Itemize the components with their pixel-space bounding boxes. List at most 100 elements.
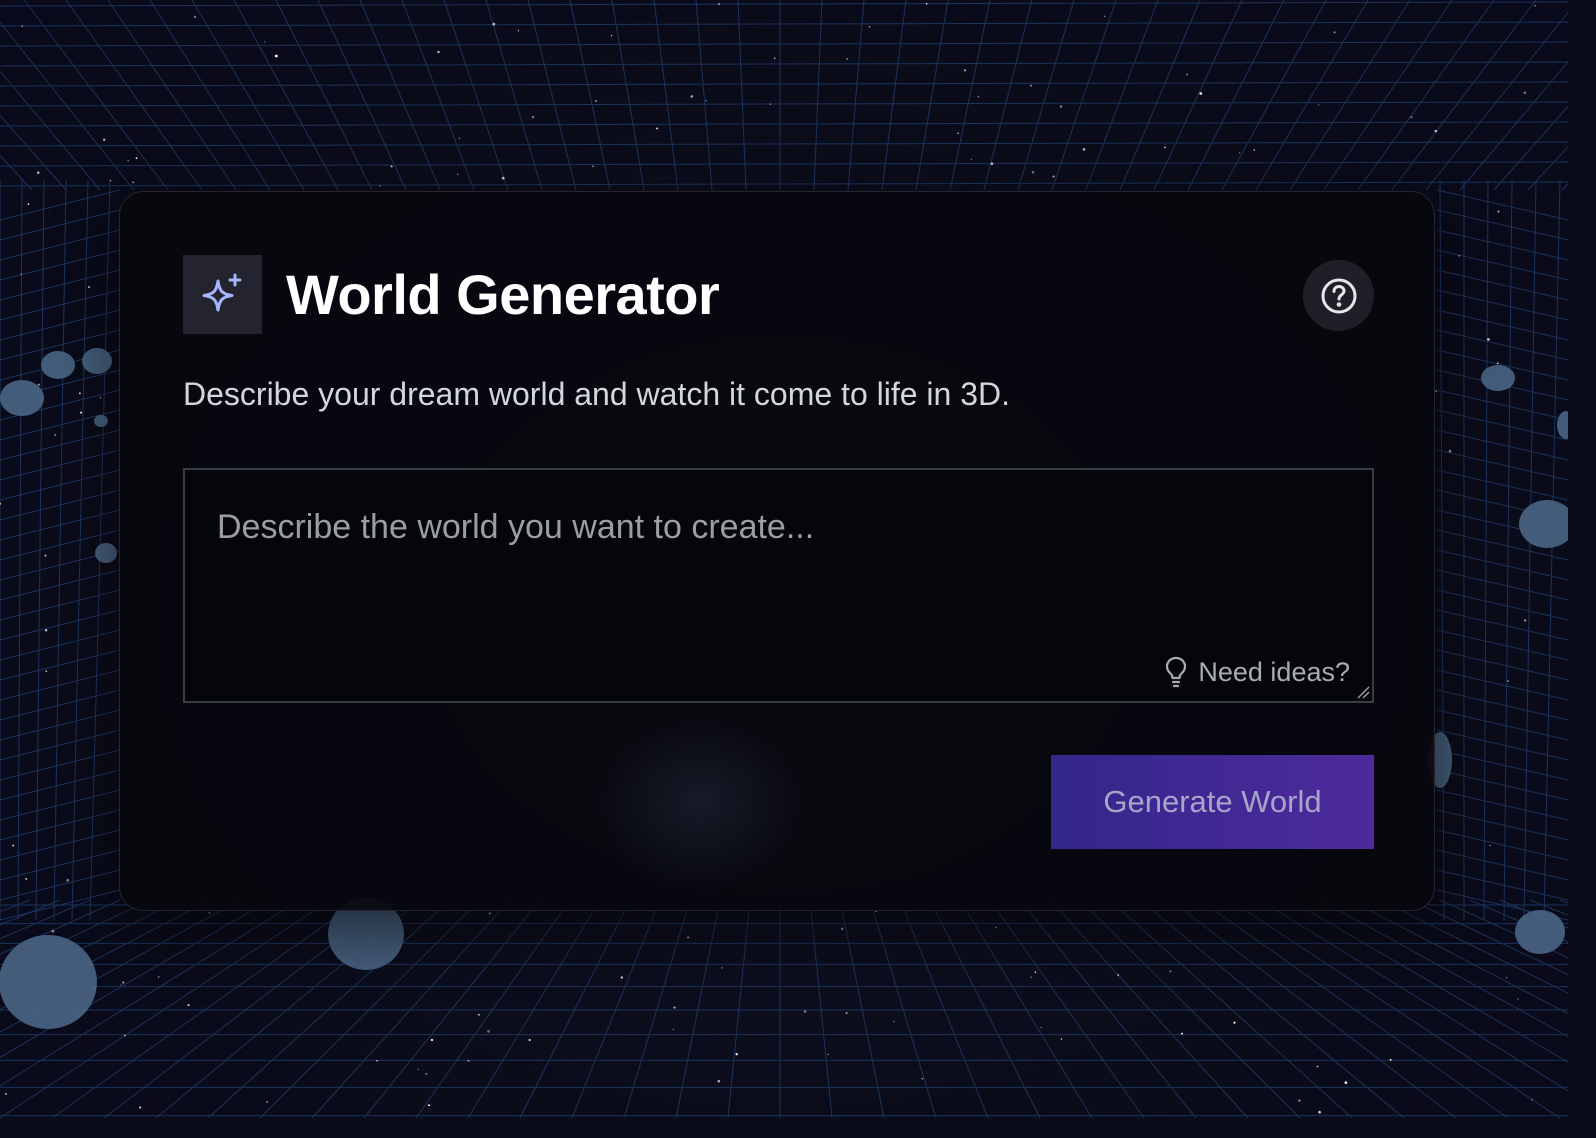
resize-handle-icon[interactable] bbox=[1356, 685, 1370, 699]
grid-line bbox=[0, 769, 121, 801]
grid-line bbox=[983, 0, 1033, 191]
grid-line bbox=[1139, 899, 1405, 1118]
grid-line bbox=[1436, 629, 1568, 661]
grid-line bbox=[1436, 789, 1568, 821]
star bbox=[25, 877, 28, 880]
grid-line bbox=[0, 749, 121, 781]
star bbox=[1298, 1099, 1301, 1102]
star bbox=[717, 3, 721, 6]
star bbox=[132, 181, 135, 184]
grid-line bbox=[881, 0, 907, 191]
grid-line bbox=[1187, 0, 1285, 191]
grid-line bbox=[1436, 229, 1568, 261]
star bbox=[517, 30, 520, 32]
star bbox=[80, 411, 83, 414]
grid-line bbox=[1221, 0, 1327, 191]
grid-line bbox=[1229, 899, 1561, 1118]
star bbox=[1029, 84, 1032, 87]
grid-line bbox=[727, 899, 751, 1118]
grid-line bbox=[0, 289, 121, 321]
star bbox=[705, 100, 707, 102]
star bbox=[428, 1104, 430, 1107]
help-button[interactable] bbox=[1303, 260, 1374, 331]
grid-line bbox=[0, 41, 1568, 47]
star bbox=[208, 911, 211, 915]
star bbox=[672, 1028, 675, 1031]
grid-line bbox=[1436, 249, 1568, 281]
star bbox=[20, 273, 22, 275]
grid-line bbox=[949, 0, 991, 191]
star bbox=[1458, 254, 1460, 257]
star bbox=[487, 1030, 490, 1033]
star bbox=[1181, 1032, 1184, 1035]
orb bbox=[1515, 910, 1565, 954]
grid-line bbox=[0, 609, 121, 641]
grid-line bbox=[519, 899, 631, 1118]
orb bbox=[95, 543, 117, 563]
orb bbox=[1557, 411, 1568, 439]
grid-line bbox=[1289, 0, 1411, 191]
grid-line bbox=[1119, 0, 1201, 191]
grid-line bbox=[0, 81, 1568, 87]
star bbox=[266, 1100, 269, 1103]
grid-line bbox=[839, 899, 885, 1118]
star bbox=[37, 171, 40, 174]
star bbox=[1164, 146, 1166, 149]
grid-line bbox=[1436, 469, 1568, 501]
grid-line bbox=[1436, 289, 1568, 321]
star bbox=[417, 1068, 419, 1070]
star bbox=[1233, 1021, 1236, 1024]
star bbox=[274, 54, 278, 58]
grid-line bbox=[675, 899, 721, 1118]
grid-line bbox=[1079, 899, 1301, 1118]
need-ideas-label: Need ideas? bbox=[1198, 656, 1350, 687]
star bbox=[1507, 680, 1509, 682]
grid-line bbox=[1436, 649, 1568, 681]
star bbox=[1104, 15, 1106, 17]
grid-line bbox=[0, 121, 1568, 127]
grid-line bbox=[149, 0, 271, 191]
grid-line bbox=[23, 0, 169, 191]
grid-line bbox=[0, 249, 121, 281]
star bbox=[12, 844, 15, 847]
star bbox=[1410, 116, 1413, 119]
grid-line bbox=[1436, 449, 1568, 481]
grid-line bbox=[0, 209, 121, 241]
star bbox=[840, 927, 844, 931]
grid-line bbox=[809, 899, 833, 1118]
star bbox=[103, 138, 106, 141]
orb bbox=[1519, 500, 1568, 548]
star bbox=[1060, 1038, 1063, 1040]
star bbox=[921, 1077, 924, 1080]
grid-line bbox=[1527, 146, 1568, 191]
star bbox=[595, 100, 598, 103]
grid-line bbox=[0, 229, 121, 261]
star bbox=[44, 629, 48, 632]
grid-line bbox=[1561, 183, 1568, 191]
star bbox=[376, 1059, 378, 1062]
star bbox=[139, 1106, 142, 1109]
star bbox=[1448, 449, 1452, 453]
star bbox=[1389, 1058, 1392, 1061]
grid-line bbox=[0, 161, 1568, 167]
grid-line bbox=[0, 689, 121, 721]
star bbox=[4, 1092, 7, 1095]
generate-world-button[interactable]: Generate World bbox=[1051, 755, 1374, 849]
star bbox=[157, 976, 160, 978]
star bbox=[1344, 1081, 1348, 1084]
generator-card: World Generator Describe your dream worl… bbox=[119, 191, 1435, 911]
star bbox=[1199, 92, 1203, 95]
grid-line bbox=[0, 669, 121, 701]
star bbox=[1238, 152, 1241, 154]
star bbox=[1489, 844, 1491, 847]
star bbox=[21, 25, 23, 27]
grid-line bbox=[1493, 105, 1568, 191]
grid-line bbox=[959, 899, 1093, 1118]
need-ideas-link[interactable]: Need ideas? bbox=[1164, 655, 1350, 689]
orb bbox=[1481, 365, 1515, 391]
grid-line bbox=[65, 0, 203, 191]
star bbox=[193, 15, 197, 19]
grid-line bbox=[929, 899, 1041, 1118]
grid-line bbox=[737, 0, 747, 191]
star bbox=[109, 179, 112, 182]
